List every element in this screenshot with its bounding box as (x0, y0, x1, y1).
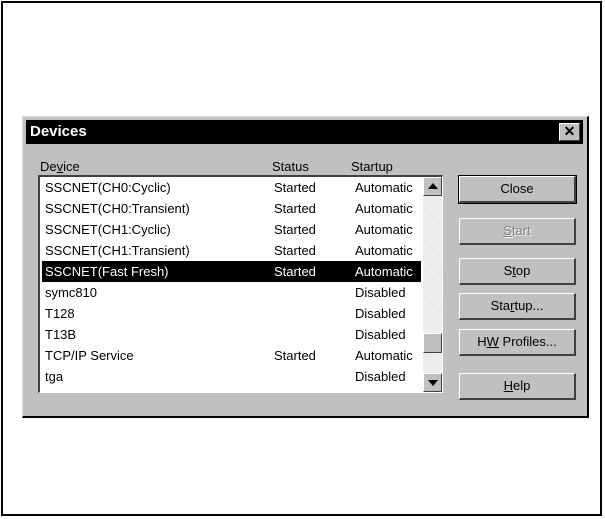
list-item-startup: Disabled (355, 327, 406, 342)
list-item[interactable]: SSCNET(CH1:Transient) Started Automatic (42, 240, 421, 261)
list-item-startup: Automatic (355, 180, 413, 195)
close-icon[interactable]: ✕ (559, 123, 580, 141)
hw-profiles-button[interactable]: HW Profiles... (459, 329, 576, 356)
list-item-startup: Disabled (355, 306, 406, 321)
list-item-device: symc810 (45, 285, 98, 300)
startup-button-label-end: tup... (514, 298, 544, 313)
title-bar[interactable]: Devices ✕ (26, 120, 583, 144)
list-item-device: SSCNET(CH0:Transient) (45, 201, 190, 216)
list-item-startup: Automatic (355, 201, 413, 216)
list-item-device: tga (45, 369, 64, 384)
list-item[interactable]: SSCNET(CH0:Transient) Started Automatic (42, 198, 421, 219)
header-device-text: De (40, 159, 57, 174)
list-item-startup: Automatic (355, 348, 413, 363)
list-item-device: SSCNET(Fast Fresh) (45, 264, 169, 279)
header-device-text-end: ice (63, 159, 80, 174)
devices-dialog: Devices ✕ Device Status Startup SSCNET(C… (22, 116, 589, 418)
list-item[interactable]: symc810 Disabled (42, 282, 421, 303)
scroll-up-button[interactable] (423, 177, 442, 196)
stop-button-label-end: op (515, 263, 531, 278)
close-button[interactable]: Close (458, 175, 577, 204)
list-item-status: Started (274, 348, 316, 363)
list-item-startup: Disabled (355, 285, 406, 300)
list-item[interactable]: T128 Disabled (42, 303, 421, 324)
help-button[interactable]: Help (459, 373, 576, 400)
list-item-device: SSCNET(CH1:Transient) (45, 243, 190, 258)
list-item-startup: Automatic (355, 264, 413, 279)
close-button-label: Close (500, 181, 534, 196)
list-item-status: Started (274, 201, 316, 216)
list-item-device: T13B (45, 327, 77, 342)
list-item[interactable]: tga Disabled (42, 366, 421, 387)
list-item-startup: Automatic (355, 243, 413, 258)
list-item-startup: Disabled (355, 369, 406, 384)
list-item-startup: Automatic (355, 222, 413, 237)
list-item-status: Started (274, 243, 316, 258)
list-item-device: SSCNET(CH1:Cyclic) (45, 222, 171, 237)
column-header-device[interactable]: Device (40, 159, 80, 174)
device-list[interactable]: SSCNET(CH0:Cyclic) Started Automatic SSCNET… (38, 175, 443, 393)
scroll-down-button[interactable] (423, 373, 442, 392)
list-item-status: Started (274, 222, 316, 237)
hw-profiles-button-label: H (477, 334, 487, 349)
stop-button[interactable]: Stop (459, 258, 576, 285)
list-item-device: SSCNET(CH0:Cyclic) (45, 180, 171, 195)
startup-button[interactable]: Startup... (459, 293, 576, 320)
start-button: Start (459, 218, 576, 245)
help-button-label: elp (513, 378, 531, 393)
stop-button-label: S (503, 263, 513, 278)
dialog-title: Devices (30, 123, 87, 140)
scroll-thumb[interactable] (423, 333, 442, 353)
column-header-status[interactable]: Status (272, 159, 309, 174)
list-item[interactable]: SSCNET(CH1:Cyclic) Started Automatic (42, 219, 421, 240)
startup-button-label: Sta (490, 298, 511, 313)
list-item-device: T128 (45, 306, 75, 321)
start-button-label: tart (511, 223, 531, 238)
scroll-down-arrow-icon (428, 380, 438, 386)
list-item[interactable]: SSCNET(Fast Fresh) Started Automatic (42, 261, 421, 282)
list-item-device: TCP/IP Service (45, 348, 134, 363)
vertical-scrollbar[interactable] (423, 177, 442, 392)
help-button-accel: H (503, 378, 514, 393)
start-button-accel: S (503, 223, 512, 238)
list-item-status: Started (274, 180, 316, 195)
list-item[interactable]: TCP/IP Service Started Automatic (42, 345, 421, 366)
hw-profiles-button-accel: W (486, 334, 499, 349)
list-item[interactable]: T13B Disabled (42, 324, 421, 345)
column-header-startup[interactable]: Startup (351, 159, 393, 174)
scroll-up-arrow-icon (428, 183, 438, 189)
list-item[interactable]: SSCNET(CH0:Cyclic) Started Automatic (42, 177, 421, 198)
hw-profiles-button-label-end: Profiles... (498, 334, 557, 349)
list-item-status: Started (274, 264, 316, 279)
